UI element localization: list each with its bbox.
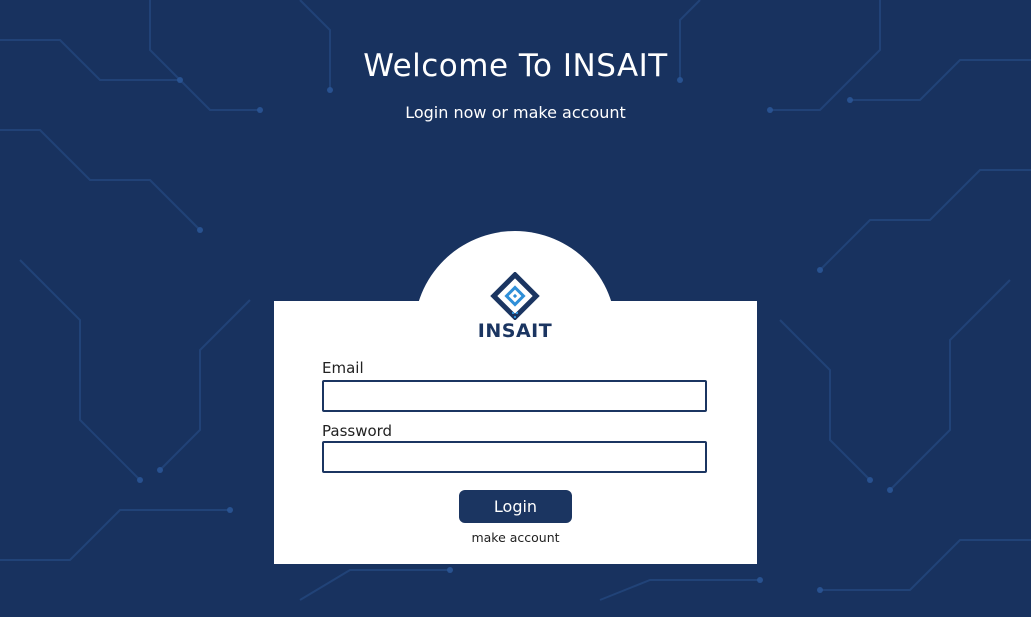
insait-logo: INSAIT — [465, 272, 565, 344]
page-subtitle: Login now or make account — [405, 103, 626, 122]
logo-wordmark: INSAIT — [477, 320, 553, 342]
page-title: Welcome To INSAIT — [363, 48, 668, 84]
insait-logo-icon — [490, 272, 540, 320]
login-button[interactable]: Login — [459, 490, 572, 523]
email-label: Email — [322, 359, 364, 377]
password-label: Password — [322, 422, 393, 440]
make-account-link[interactable]: make account — [0, 530, 1031, 545]
password-field[interactable] — [322, 441, 707, 473]
email-field[interactable] — [322, 380, 707, 412]
